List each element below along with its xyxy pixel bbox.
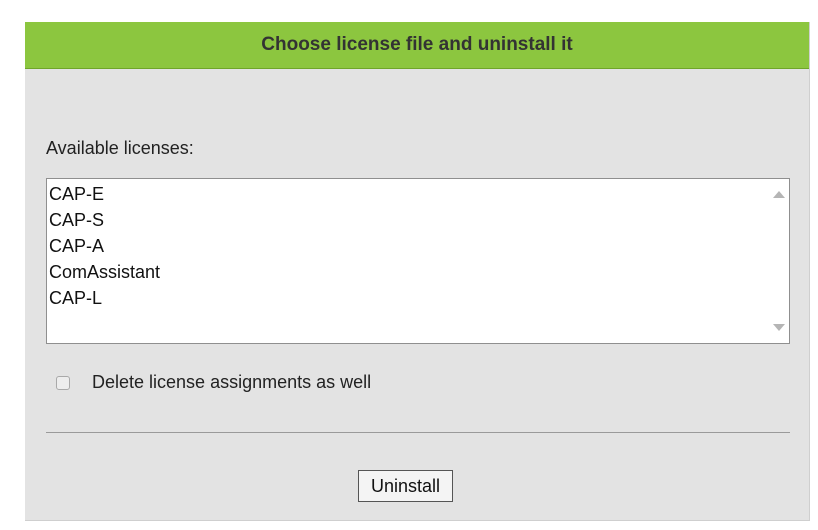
divider	[46, 432, 790, 433]
license-item-cap-e[interactable]: CAP-E	[47, 181, 767, 207]
delete-assignments-checkbox[interactable]	[56, 375, 70, 390]
uninstall-button[interactable]: Uninstall	[358, 470, 454, 502]
license-item-comassistant[interactable]: ComAssistant	[47, 259, 767, 285]
licenses-list: CAP-E CAP-S CAP-A ComAssistant CAP-L	[47, 179, 767, 343]
license-item-cap-s[interactable]: CAP-S	[47, 207, 767, 233]
delete-assignments-option[interactable]: Delete license assignments as well	[56, 372, 371, 393]
panel-header: Choose license file and uninstall it	[25, 22, 809, 69]
license-item-cap-a[interactable]: CAP-A	[47, 233, 767, 259]
scroll-down-arrow-icon[interactable]	[773, 324, 785, 331]
licenses-listbox[interactable]: CAP-E CAP-S CAP-A ComAssistant CAP-L	[46, 178, 790, 344]
listbox-scrollbar[interactable]	[769, 179, 789, 343]
panel-title: Choose license file and uninstall it	[261, 34, 573, 55]
delete-assignments-label[interactable]: Delete license assignments as well	[92, 372, 371, 393]
license-item-cap-l[interactable]: CAP-L	[47, 285, 767, 311]
uninstall-license-panel: Choose license file and uninstall it Ava…	[25, 22, 810, 521]
scroll-up-arrow-icon[interactable]	[773, 191, 785, 198]
available-licenses-label: Available licenses:	[46, 138, 194, 158]
